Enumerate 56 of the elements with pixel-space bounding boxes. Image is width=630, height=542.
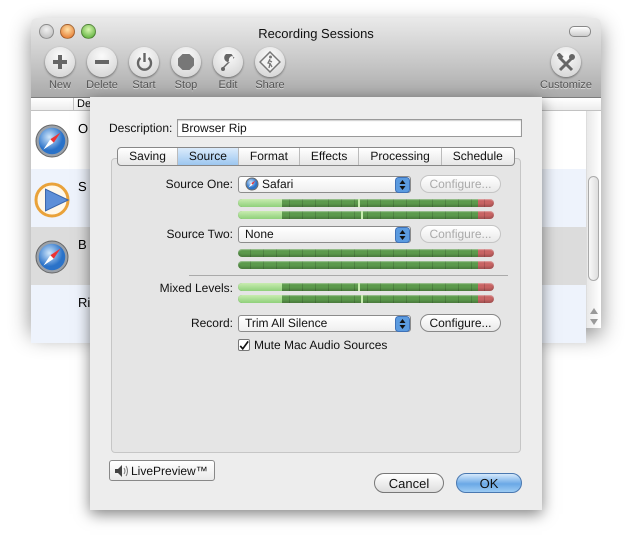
field-label: Source One: — [164, 177, 233, 191]
zoom-button[interactable] — [81, 24, 96, 39]
compass-icon — [35, 240, 69, 274]
checkbox[interactable] — [238, 339, 250, 351]
tab[interactable]: Processing — [358, 148, 441, 165]
toolbar-button[interactable]: Delete — [81, 47, 123, 91]
dropdown[interactable]: None — [238, 226, 411, 242]
compass-icon — [245, 177, 259, 191]
checkmark-icon — [239, 340, 249, 350]
table-cell: O — [78, 121, 88, 136]
toolbar-button[interactable]: New — [39, 47, 81, 91]
dialog-button[interactable]: Cancel — [374, 473, 444, 493]
scrollbar[interactable] — [586, 111, 601, 328]
description-field[interactable]: Browser Rip — [177, 119, 522, 137]
plus-icon — [53, 55, 67, 69]
close-button[interactable] — [39, 24, 54, 39]
toolbar-button[interactable]: Start — [123, 47, 165, 91]
dropdown[interactable]: Safari — [238, 176, 411, 192]
checkbox-label: Mute Mac Audio Sources — [254, 338, 388, 352]
tab[interactable]: Saving — [118, 148, 177, 165]
tab[interactable]: Effects — [298, 148, 358, 165]
tools-icon — [556, 52, 576, 72]
minus-icon — [95, 60, 109, 64]
updown-arrows-icon — [395, 176, 410, 192]
field-label: Mixed Levels: — [158, 283, 233, 293]
wrench-icon — [220, 54, 236, 70]
speaker-icon — [114, 464, 129, 478]
compass-icon — [35, 124, 69, 158]
configure-button[interactable]: Configure... — [420, 314, 501, 332]
updown-arrows-icon — [395, 226, 410, 242]
toolbar-button[interactable]: Share — [249, 47, 291, 91]
dropdown[interactable]: Trim All Silence — [238, 314, 411, 332]
tab[interactable]: Schedule — [440, 148, 514, 165]
table-cell: B — [78, 237, 87, 252]
tab[interactable]: Source — [176, 148, 238, 165]
pedestrian-sign-icon — [259, 51, 281, 73]
window-title: Recording Sessions — [258, 26, 374, 41]
power-icon — [136, 53, 152, 71]
field-label: Description: — [109, 121, 172, 135]
octagon-icon — [178, 54, 194, 70]
column-header[interactable]: De — [74, 98, 92, 110]
table-cell: Ri — [78, 295, 90, 310]
live-preview-button[interactable]: LivePreview™ — [109, 460, 215, 481]
play-icon — [34, 182, 70, 218]
scroll-arrows-icon — [589, 307, 599, 326]
field-label: Source Two: — [166, 227, 233, 241]
updown-arrows-icon — [395, 316, 410, 332]
toolbar-button[interactable]: Edit — [207, 47, 249, 91]
tab[interactable]: Format — [238, 148, 299, 165]
minimize-button[interactable] — [60, 24, 75, 39]
toolbar-toggle-button[interactable] — [569, 26, 591, 37]
toolbar-button[interactable]: Customize — [535, 47, 597, 91]
toolbar-button[interactable]: Stop — [165, 47, 207, 91]
dialog-button[interactable]: OK — [456, 473, 522, 493]
table-cell: S — [78, 179, 87, 194]
field-label: Record: — [190, 316, 233, 330]
